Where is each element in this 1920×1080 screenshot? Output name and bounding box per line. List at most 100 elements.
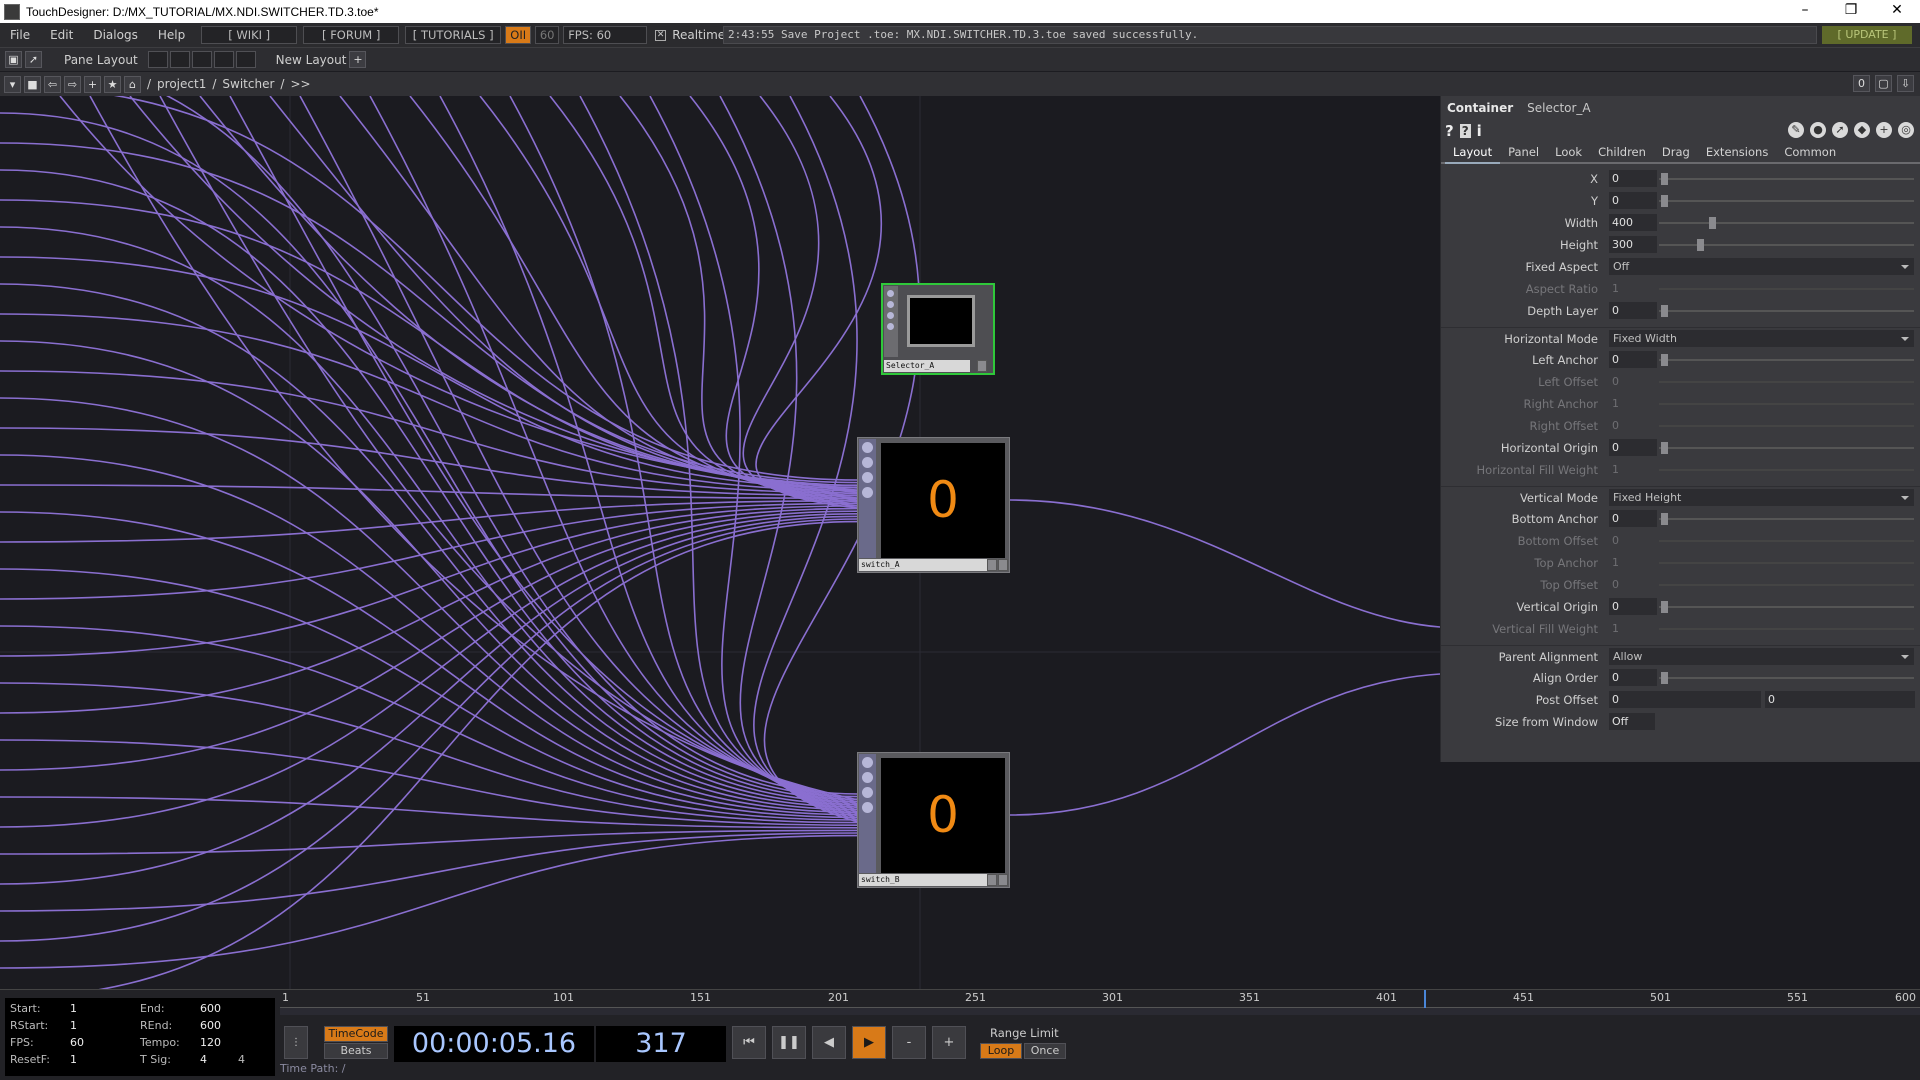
add-layout-icon[interactable]: + bbox=[349, 51, 367, 68]
param-field[interactable]: 0 bbox=[1609, 351, 1657, 368]
wire[interactable] bbox=[199, 96, 859, 491]
playhead[interactable] bbox=[1424, 990, 1426, 1008]
split-view-icon[interactable]: ▣ bbox=[5, 51, 22, 68]
viewer-count[interactable]: 0 bbox=[1853, 75, 1870, 92]
param-slider[interactable] bbox=[1659, 359, 1914, 361]
switch-node-b[interactable]: 0 switch_B bbox=[857, 752, 1010, 888]
layout-three-icon[interactable] bbox=[213, 51, 234, 68]
slider-knob[interactable] bbox=[1661, 354, 1668, 366]
forum-button[interactable]: [ FORUM ] bbox=[303, 26, 400, 44]
param-dropdown[interactable]: Off bbox=[1609, 258, 1914, 275]
slider-knob[interactable] bbox=[1697, 239, 1704, 251]
wire[interactable] bbox=[0, 829, 859, 855]
slider-knob[interactable] bbox=[1661, 305, 1668, 317]
wire[interactable] bbox=[0, 96, 859, 795]
param-slider[interactable] bbox=[1659, 518, 1914, 520]
back-icon[interactable]: ⇦ bbox=[44, 75, 61, 93]
info-value[interactable]: 600 bbox=[200, 1002, 221, 1015]
node-label-selector-a[interactable]: Selector_A bbox=[884, 360, 970, 372]
layout-split-h-icon[interactable] bbox=[191, 51, 212, 68]
edit-icon[interactable]: ✎ bbox=[1788, 122, 1804, 138]
menu-file[interactable]: File bbox=[0, 28, 40, 42]
wire[interactable] bbox=[742, 96, 859, 507]
node-viewer-toggle[interactable] bbox=[977, 360, 987, 372]
path-project1[interactable]: project1 bbox=[157, 77, 206, 91]
wire[interactable] bbox=[689, 96, 859, 505]
timeline-options-icon[interactable]: ⋮ bbox=[284, 1026, 308, 1059]
minimize-icon[interactable]: – bbox=[1782, 0, 1828, 23]
clone-icon[interactable]: ➚ bbox=[1832, 122, 1848, 138]
bookmark-star-icon[interactable]: ★ bbox=[104, 75, 121, 93]
container-node-selector-a[interactable]: Selector_A bbox=[881, 283, 995, 375]
param-field[interactable]: 300 bbox=[1609, 236, 1657, 253]
slider-knob[interactable] bbox=[1661, 601, 1668, 613]
loop-toggle[interactable]: Loop bbox=[980, 1043, 1022, 1059]
wiki-button[interactable]: [ WIKI ] bbox=[201, 26, 298, 44]
tab-look[interactable]: Look bbox=[1547, 145, 1590, 162]
timecode-display[interactable]: 00:00:05.16 bbox=[394, 1026, 594, 1062]
wire[interactable] bbox=[479, 96, 859, 499]
faster-button[interactable]: + bbox=[932, 1026, 966, 1059]
timeline-range-bar[interactable] bbox=[280, 1007, 1920, 1015]
timeline-ruler[interactable]: 1 51 101 151 201 251 301 351 401 451 501… bbox=[280, 990, 1920, 1015]
param-field[interactable]: 0 bbox=[1609, 192, 1657, 209]
info-value[interactable]: 4 bbox=[200, 1053, 207, 1066]
frame-display[interactable]: 317 bbox=[596, 1026, 726, 1062]
wire[interactable] bbox=[269, 96, 859, 493]
pause-icon[interactable]: ❚❚ bbox=[772, 1026, 806, 1059]
tab-children[interactable]: Children bbox=[1590, 145, 1654, 162]
rewind-icon[interactable]: ⏮ bbox=[732, 1026, 766, 1059]
param-slider[interactable] bbox=[1659, 200, 1914, 202]
param-slider[interactable] bbox=[1659, 447, 1914, 449]
stop-icon[interactable]: ■ bbox=[24, 75, 41, 93]
forward-icon[interactable]: ⇨ bbox=[64, 75, 81, 93]
node-bypass-toggle[interactable] bbox=[987, 874, 997, 886]
param-slider[interactable] bbox=[1659, 178, 1914, 180]
node-label-switch-b[interactable]: switch_B bbox=[859, 874, 989, 886]
wire[interactable] bbox=[0, 796, 859, 829]
param-dropdown[interactable]: Allow bbox=[1609, 648, 1914, 665]
realtime-checkbox-icon[interactable]: ✕ bbox=[655, 29, 667, 41]
play-icon[interactable]: ▶ bbox=[852, 1026, 886, 1059]
home-icon[interactable]: ⌂ bbox=[124, 75, 141, 93]
wire[interactable] bbox=[0, 507, 859, 714]
slider-knob[interactable] bbox=[1709, 217, 1716, 229]
comment-icon[interactable]: ● bbox=[1810, 122, 1826, 138]
path-switcher[interactable]: Switcher bbox=[222, 77, 274, 91]
info-value[interactable]: 120 bbox=[200, 1036, 221, 1049]
python-icon[interactable]: ◆ bbox=[1854, 122, 1870, 138]
cursor-icon[interactable]: ➚ bbox=[25, 51, 42, 68]
param-dropdown[interactable]: Fixed Width bbox=[1609, 330, 1914, 347]
slider-knob[interactable] bbox=[1661, 672, 1668, 684]
param-slider[interactable] bbox=[1659, 310, 1914, 312]
wire[interactable] bbox=[719, 96, 859, 819]
info-value[interactable]: 600 bbox=[200, 1019, 221, 1032]
wire[interactable] bbox=[0, 513, 859, 828]
param-field[interactable]: 0 bbox=[1609, 691, 1761, 708]
wire[interactable] bbox=[0, 283, 859, 806]
node-viewer-toggle[interactable] bbox=[998, 559, 1008, 571]
tab-panel[interactable]: Panel bbox=[1500, 145, 1547, 162]
param-toggle[interactable]: Off bbox=[1609, 713, 1655, 730]
target-icon[interactable]: ◎ bbox=[1898, 122, 1914, 138]
param-dropdown[interactable]: Fixed Height bbox=[1609, 489, 1914, 506]
slider-knob[interactable] bbox=[1661, 442, 1668, 454]
update-button[interactable]: [ UPDATE ] bbox=[1822, 26, 1912, 44]
menu-dialogs[interactable]: Dialogs bbox=[83, 28, 147, 42]
tab-extensions[interactable]: Extensions bbox=[1698, 145, 1776, 162]
node-bypass-toggle[interactable] bbox=[987, 559, 997, 571]
timecode-toggle[interactable]: TimeCode bbox=[324, 1026, 388, 1042]
slider-knob[interactable] bbox=[1661, 195, 1668, 207]
tutorials-button[interactable]: [ TUTORIALS ] bbox=[405, 26, 502, 44]
close-icon[interactable]: ✕ bbox=[1874, 0, 1920, 23]
add-icon[interactable]: + bbox=[84, 75, 101, 93]
wire[interactable] bbox=[0, 313, 859, 492]
maximize-pane-icon[interactable]: ▢ bbox=[1875, 75, 1892, 92]
add-custom-param-icon[interactable]: + bbox=[1876, 122, 1892, 138]
wire[interactable] bbox=[369, 96, 859, 809]
info-value[interactable]: 1 bbox=[70, 1019, 77, 1032]
wire[interactable] bbox=[0, 484, 859, 499]
wire[interactable] bbox=[0, 510, 859, 771]
dropdown-icon[interactable]: ▾ bbox=[4, 75, 21, 93]
once-toggle[interactable]: Once bbox=[1024, 1043, 1066, 1059]
